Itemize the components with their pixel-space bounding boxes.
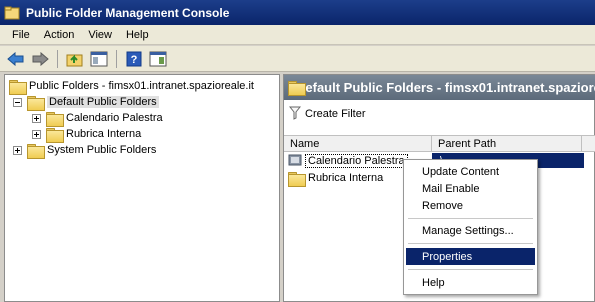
window-title: Public Folder Management Console bbox=[26, 5, 230, 20]
tree-item-default-public-folders[interactable]: Default Public Folders bbox=[13, 94, 159, 111]
tree-item-label: Public Folders - fimsx01.intranet.spazio… bbox=[29, 80, 254, 92]
column-name[interactable]: Name bbox=[284, 136, 432, 152]
folder-icon bbox=[9, 79, 27, 95]
tree-item-label: Default Public Folders bbox=[47, 96, 159, 108]
show-hide-console-tree-icon[interactable] bbox=[89, 49, 109, 69]
result-pane-header: Default Public Folders - fimsx01.intrane… bbox=[284, 75, 595, 100]
back-icon[interactable] bbox=[6, 49, 26, 69]
svg-text:?: ? bbox=[131, 54, 138, 66]
list-item-name: Rubrica Interna bbox=[308, 172, 384, 184]
tree-item-label: System Public Folders bbox=[47, 144, 157, 156]
tree-item-rubrica-interna[interactable]: Rubrica Interna bbox=[32, 126, 142, 143]
toolbar-separator bbox=[57, 49, 58, 68]
result-pane-title: Default Public Folders - fimsx01.intrane… bbox=[296, 80, 595, 95]
menu-item-remove[interactable]: Remove bbox=[406, 197, 535, 214]
menu-item-properties[interactable]: Properties bbox=[406, 248, 535, 265]
toolbar: ? bbox=[0, 46, 595, 72]
folder-icon bbox=[27, 143, 45, 159]
create-filter-label: Create Filter bbox=[305, 108, 366, 120]
tree-item-calendario-palestra[interactable]: Calendario Palestra bbox=[32, 110, 163, 127]
menu-item-help[interactable]: Help bbox=[406, 274, 535, 291]
menu-bar: File Action View Help bbox=[0, 25, 595, 45]
tree-item-root[interactable]: Public Folders - fimsx01.intranet.spazio… bbox=[9, 78, 254, 95]
tree-item-system-public-folders[interactable]: System Public Folders bbox=[13, 142, 157, 159]
column-parent-path[interactable]: Parent Path bbox=[432, 136, 582, 152]
expand-icon[interactable] bbox=[32, 113, 41, 123]
list-column-header: Name Parent Path bbox=[284, 135, 595, 152]
list-item-name: Calendario Palestra bbox=[305, 154, 408, 168]
expand-icon[interactable] bbox=[13, 145, 22, 155]
list-item[interactable]: Rubrica Interna bbox=[288, 170, 384, 187]
title-bar: Public Folder Management Console bbox=[0, 0, 595, 25]
folder-icon bbox=[288, 171, 306, 187]
folder-icon bbox=[46, 127, 64, 143]
menu-item-manage-settings[interactable]: Manage Settings... bbox=[406, 222, 535, 239]
menu-help[interactable]: Help bbox=[119, 29, 156, 41]
context-menu: Update Content Mail Enable Remove Manage… bbox=[403, 159, 538, 295]
folder-icon bbox=[46, 111, 64, 127]
menu-view[interactable]: View bbox=[81, 29, 119, 41]
up-folder-icon[interactable] bbox=[65, 49, 85, 69]
filter-icon bbox=[288, 106, 302, 123]
tree-item-label: Calendario Palestra bbox=[66, 112, 163, 124]
menu-item-mail-enable[interactable]: Mail Enable bbox=[406, 180, 535, 197]
menu-separator bbox=[408, 243, 533, 244]
list-item[interactable]: Calendario Palestra bbox=[288, 153, 408, 169]
forward-icon[interactable] bbox=[30, 49, 50, 69]
help-icon[interactable]: ? bbox=[124, 49, 144, 69]
collapse-icon[interactable] bbox=[13, 97, 22, 107]
menu-file[interactable]: File bbox=[0, 29, 37, 41]
toolbar-separator bbox=[116, 49, 117, 68]
console-app-icon bbox=[4, 5, 20, 21]
expand-icon[interactable] bbox=[32, 129, 41, 139]
public-folder-icon bbox=[288, 153, 302, 169]
menu-separator bbox=[408, 269, 533, 270]
console-tree: Public Folders - fimsx01.intranet.spazio… bbox=[4, 74, 280, 302]
show-hide-action-pane-icon[interactable] bbox=[148, 49, 168, 69]
folder-icon bbox=[27, 95, 45, 111]
menu-action[interactable]: Action bbox=[37, 29, 82, 41]
tree-item-label: Rubrica Interna bbox=[66, 128, 142, 140]
create-filter-button[interactable]: Create Filter bbox=[284, 102, 595, 126]
menu-separator bbox=[408, 218, 533, 219]
menu-item-update-content[interactable]: Update Content bbox=[406, 163, 535, 180]
